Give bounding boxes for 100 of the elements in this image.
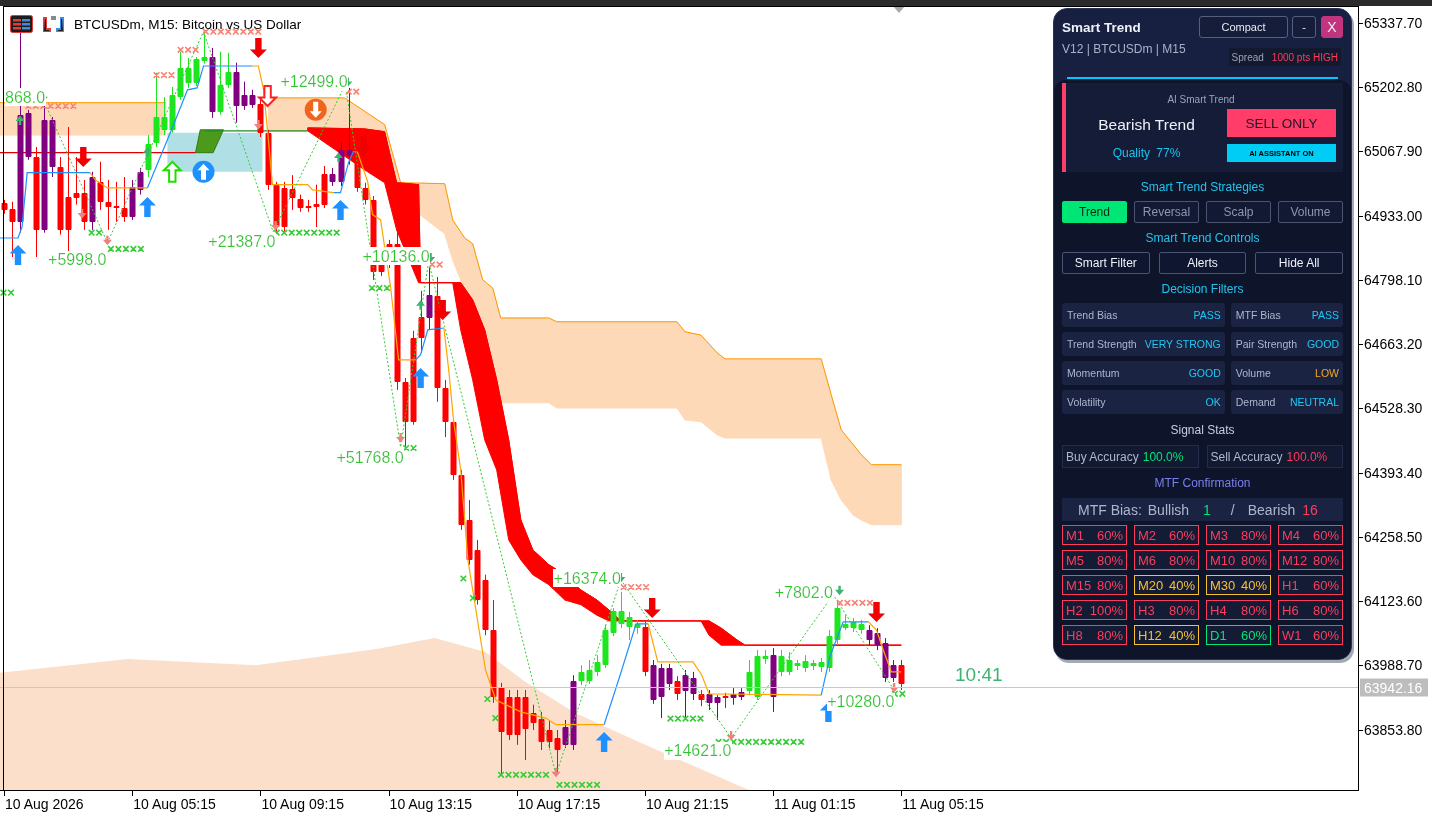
strategy-tab[interactable]: Scalp [1206, 201, 1271, 223]
strategy-tab[interactable]: Trend [1062, 201, 1127, 223]
section-heading: Decision Filters [1161, 282, 1244, 296]
timeframe-badge: M1 60% [1062, 525, 1127, 545]
timeframe-badge: H12 40% [1134, 625, 1199, 645]
time-axis-label: 10 Aug 2026 [5, 796, 84, 812]
spread-value: 1000 pts HIGH [1271, 51, 1338, 63]
filter-value: GOOD [1306, 338, 1339, 350]
bias-label: MTF Bias: [1078, 501, 1142, 518]
timeframe-badge: M20 40% [1134, 575, 1199, 595]
filter-value: OK [1205, 396, 1221, 408]
timeframe-badge: M30 40% [1206, 575, 1271, 595]
bullish-label: Bullish [1147, 501, 1190, 518]
filter-value: PASS [1311, 309, 1339, 321]
timeframe-badge: D1 60% [1206, 625, 1271, 645]
timeframe-badge: M10 80% [1206, 550, 1271, 570]
filter-value: GOOD [1188, 367, 1221, 379]
current-price-tag: 63942.16 [1360, 678, 1428, 697]
time-axis-label: 11 Aug 01:15 [774, 796, 856, 812]
filter-value: PASS [1193, 309, 1221, 321]
price-axis-label: 64798.10 [1364, 271, 1423, 288]
section-heading: Smart Trend Controls [1145, 231, 1260, 245]
signal-action-button[interactable]: SELL ONLY [1227, 109, 1336, 137]
trade-result-label: +21387.0 [208, 233, 276, 251]
control-button[interactable]: Smart Filter [1062, 252, 1150, 274]
time-axis-label: 10 Aug 21:15 [645, 796, 729, 812]
bias-separator: / [1230, 501, 1235, 518]
filter-label: Trend Bias [1067, 309, 1118, 321]
chart-title: BTCUSDm, M15: Bitcoin vs US Dollar [74, 16, 302, 32]
timeframe-badge: M15 80% [1062, 575, 1127, 595]
timeframe-badge: H4 80% [1206, 600, 1271, 620]
trade-result-label: +14621.0 [664, 742, 732, 760]
quality-label: Quality 77% [1112, 146, 1181, 160]
timeframe-badge: H8 80% [1062, 625, 1127, 645]
stat-value: 100.0% [1142, 449, 1184, 464]
trade-result-label: +12499.0 [280, 73, 348, 91]
panel-subtitle: V12 | BTCUSDm | M15 [1062, 42, 1186, 56]
compact-button[interactable]: Compact [1199, 16, 1288, 38]
trade-result-label: +10280.0 [827, 693, 895, 711]
price-axis-label: 63853.80 [1364, 721, 1423, 738]
filter-label: Trend Strength [1067, 338, 1137, 350]
spread-label: Spread [1231, 51, 1264, 63]
timeframe-badge: H6 80% [1278, 600, 1343, 620]
timeframe-badge: W1 60% [1278, 625, 1343, 645]
filter-label: MTF Bias [1235, 309, 1281, 321]
time-axis-label: 10 Aug 09:15 [261, 796, 344, 812]
control-button[interactable]: Alerts [1158, 252, 1247, 274]
trade-result-label: +51768.0 [336, 448, 404, 466]
price-axis-label: 64123.60 [1364, 593, 1423, 610]
price-axis-label: 63988.70 [1364, 657, 1423, 674]
price-axis-label: 65337.70 [1364, 14, 1423, 31]
trade-result-label: +10136.0 [362, 247, 430, 265]
timeframe-badge: H1 60% [1278, 575, 1343, 595]
stat-label: Sell Accuracy [1210, 449, 1283, 464]
filter-value: VERY STRONG [1144, 338, 1221, 350]
section-heading: Smart Trend Strategies [1140, 180, 1265, 194]
trade-result-label: 868.0 [5, 88, 46, 106]
strategy-tab[interactable]: Reversal [1134, 201, 1199, 223]
filter-label: Momentum [1067, 367, 1120, 379]
bars-grid-icon[interactable] [10, 15, 33, 33]
timeframe-badge: M2 60% [1134, 525, 1199, 545]
filter-label: Volatility [1067, 396, 1106, 408]
panel-title: Smart Trend [1062, 19, 1141, 35]
bearish-label: Bearish [1247, 501, 1296, 518]
stat-value: 100.0% [1286, 449, 1328, 464]
bearish-count: 16 [1302, 501, 1318, 518]
filter-value: NEUTRAL [1290, 396, 1339, 408]
control-button[interactable]: Hide All [1255, 252, 1343, 274]
trade-result-label: +7802.0 [774, 584, 833, 602]
filter-label: Demand [1235, 396, 1276, 408]
timeframe-badge: M12 80% [1278, 550, 1343, 570]
time-axis-label: 10 Aug 17:15 [517, 796, 601, 812]
countdown-timer: 10:41 [955, 664, 1003, 685]
minimize-button[interactable]: - [1292, 16, 1316, 38]
time-axis-label: 11 Aug 05:15 [902, 796, 984, 812]
section-heading: MTF Confirmation [1154, 476, 1251, 490]
stat-label: Buy Accuracy [1066, 449, 1139, 464]
trade-result-label: +5998.0 [48, 251, 107, 269]
price-axis-label: 64663.20 [1364, 336, 1423, 353]
price-axis-label: 64393.40 [1364, 464, 1423, 481]
price-axis-label: 64258.50 [1364, 528, 1423, 545]
filter-value: LOW [1315, 367, 1339, 379]
timeframe-badge: M4 60% [1278, 525, 1343, 545]
strategy-tab[interactable]: Volume [1278, 201, 1343, 223]
signal-heading: AI Smart Trend [1167, 93, 1235, 106]
timeframe-badge: M3 80% [1206, 525, 1271, 545]
bullish-count: 1 [1203, 501, 1211, 518]
time-axis-label: 10 Aug 05:15 [133, 796, 216, 812]
timeframe-badge: H3 80% [1134, 600, 1199, 620]
time-axis-label: 10 Aug 13:15 [389, 796, 473, 812]
section-heading: Signal Stats [1170, 423, 1235, 437]
timeframe-badge: M5 80% [1062, 550, 1127, 570]
price-axis-label: 64528.30 [1364, 400, 1423, 417]
close-button[interactable]: X [1321, 16, 1343, 38]
trade-result-label: +16374.0 [553, 569, 621, 587]
bars-icon[interactable] [42, 15, 65, 33]
price-axis-label: 65202.80 [1364, 79, 1423, 96]
price-axis-label: 65067.90 [1364, 143, 1423, 160]
price-axis-label: 64933.00 [1364, 207, 1423, 224]
timeframe-badge: H2 100% [1062, 600, 1127, 620]
